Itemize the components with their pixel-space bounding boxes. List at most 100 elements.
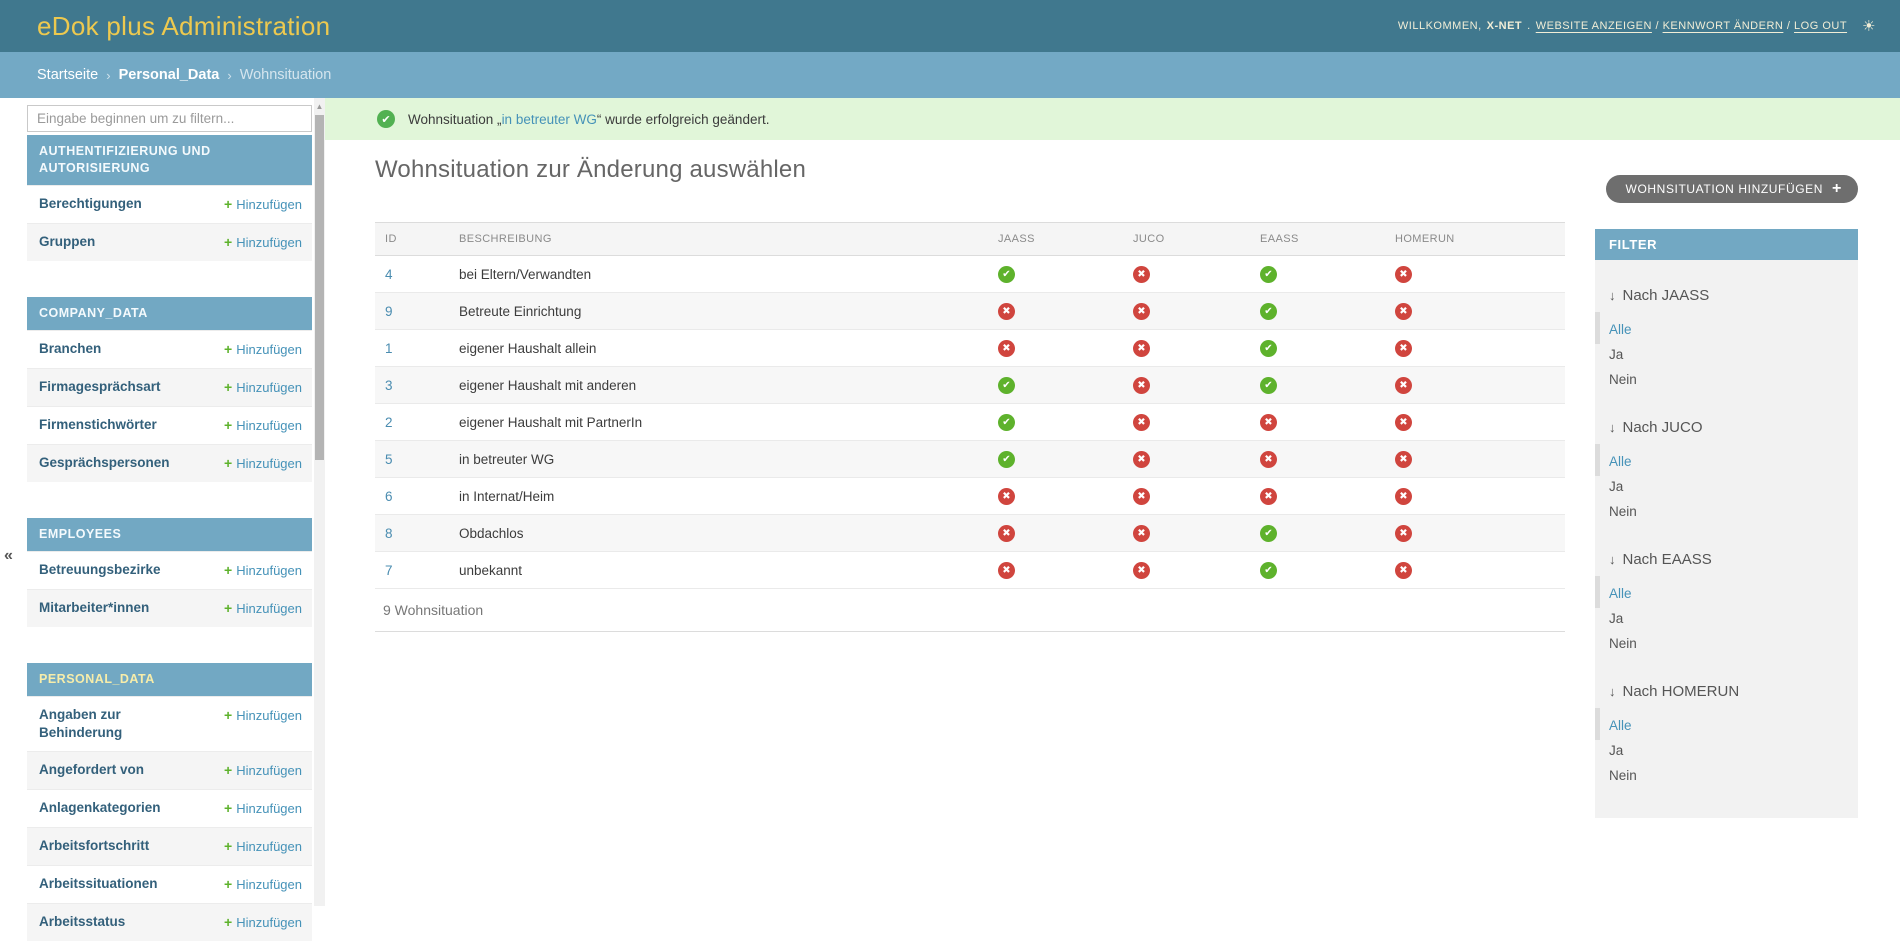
plus-icon: +: [224, 417, 232, 433]
sidebar-item-label[interactable]: Berechtigungen: [39, 195, 142, 213]
flag-cell-eaass: ✔: [1250, 515, 1385, 552]
filter-option-alle[interactable]: Alle: [1609, 581, 1844, 606]
sidebar-add-link[interactable]: +Hinzufügen: [224, 875, 302, 894]
sidebar-item[interactable]: Betreuungsbezirke +Hinzufügen: [27, 551, 312, 589]
filter-option-link[interactable]: Ja: [1609, 479, 1623, 494]
filter-option-alle[interactable]: Alle: [1609, 449, 1844, 474]
sidebar-item[interactable]: Firmenstichwörter +Hinzufügen: [27, 406, 312, 444]
row-id-link[interactable]: 9: [385, 304, 393, 319]
filter-group: ↓Nach JUCOAlleJaNein: [1595, 419, 1858, 524]
sidebar-add-link[interactable]: +Hinzufügen: [224, 233, 302, 252]
scrollbar-up-arrow-icon[interactable]: ▲: [314, 98, 325, 111]
sidebar-item-label[interactable]: Betreuungsbezirke: [39, 561, 161, 579]
sidebar-item-label[interactable]: Anlagenkategorien: [39, 799, 161, 817]
success-message-link[interactable]: in betreuter WG: [502, 112, 597, 127]
sidebar-item[interactable]: Arbeitssituationen +Hinzufügen: [27, 865, 312, 903]
filter-option-link[interactable]: Nein: [1609, 504, 1637, 519]
sidebar-collapse-icon[interactable]: «: [4, 548, 13, 564]
user-link-kennwort-ndern[interactable]: KENNWORT ÄNDERN: [1663, 20, 1784, 32]
sidebar-add-link[interactable]: +Hinzufügen: [224, 416, 302, 435]
sidebar-item[interactable]: Gruppen +Hinzufügen: [27, 223, 312, 261]
sidebar-item-label[interactable]: Arbeitssituationen: [39, 875, 158, 893]
filter-option-link[interactable]: Nein: [1609, 636, 1637, 651]
filter-option-link[interactable]: Nein: [1609, 372, 1637, 387]
sidebar-add-link[interactable]: +Hinzufügen: [224, 599, 302, 618]
sidebar: AUTHENTIFIZIERUNG UND AUTORISIERUNGBerec…: [27, 105, 312, 941]
sidebar-item[interactable]: Arbeitsfortschritt +Hinzufügen: [27, 827, 312, 865]
sidebar-add-link[interactable]: +Hinzufügen: [224, 378, 302, 397]
sidebar-add-link[interactable]: +Hinzufügen: [224, 799, 302, 818]
sidebar-add-link[interactable]: +Hinzufügen: [224, 761, 302, 780]
row-id-link[interactable]: 3: [385, 378, 393, 393]
sidebar-scrollbar[interactable]: ▲: [314, 98, 325, 906]
sidebar-add-link[interactable]: +Hinzufügen: [224, 195, 302, 214]
sidebar-item-label[interactable]: Firmagesprächsart: [39, 378, 161, 396]
sidebar-add-link[interactable]: +Hinzufügen: [224, 454, 302, 473]
row-id-link[interactable]: 7: [385, 563, 393, 578]
filter-option-alle[interactable]: Alle: [1609, 317, 1844, 342]
filter-option-ja[interactable]: Ja: [1609, 606, 1844, 631]
sidebar-add-link[interactable]: +Hinzufügen: [224, 706, 302, 725]
filter-option-link[interactable]: Alle: [1609, 718, 1632, 733]
row-id-link[interactable]: 2: [385, 415, 393, 430]
sidebar-add-link[interactable]: +Hinzufügen: [224, 561, 302, 580]
scrollbar-thumb[interactable]: [315, 115, 324, 460]
add-wohnsituation-button[interactable]: WOHNSITUATION HINZUFÜGEN +: [1606, 175, 1858, 203]
sidebar-item[interactable]: Angaben zur Behinderung +Hinzufügen: [27, 696, 312, 751]
sidebar-item[interactable]: Firmagesprächsart +Hinzufügen: [27, 368, 312, 406]
sidebar-filter-input[interactable]: [27, 105, 312, 132]
filter-option-link[interactable]: Nein: [1609, 768, 1637, 783]
sidebar-item-label[interactable]: Gesprächspersonen: [39, 454, 170, 472]
filter-option-nein[interactable]: Nein: [1609, 763, 1844, 788]
check-icon: ✔: [1260, 266, 1277, 283]
filter-option-nein[interactable]: Nein: [1609, 499, 1844, 524]
sidebar-item-label[interactable]: Mitarbeiter*innen: [39, 599, 149, 617]
breadcrumb-section[interactable]: Personal_Data: [119, 67, 220, 83]
sidebar-add-link[interactable]: +Hinzufügen: [224, 913, 302, 932]
sidebar-item-label[interactable]: Angaben zur Behinderung: [39, 706, 189, 742]
filter-option-alle[interactable]: Alle: [1609, 713, 1844, 738]
row-id-link[interactable]: 4: [385, 267, 393, 282]
filter-option-ja[interactable]: Ja: [1609, 342, 1844, 367]
filter-option-ja[interactable]: Ja: [1609, 738, 1844, 763]
row-id-link[interactable]: 5: [385, 452, 393, 467]
sidebar-item[interactable]: Berechtigungen +Hinzufügen: [27, 185, 312, 223]
sidebar-item[interactable]: Mitarbeiter*innen +Hinzufügen: [27, 589, 312, 627]
sidebar-item[interactable]: Gesprächspersonen +Hinzufügen: [27, 444, 312, 482]
sidebar-item-label[interactable]: Arbeitsstatus: [39, 913, 125, 931]
sidebar-item[interactable]: Angefordert von +Hinzufügen: [27, 751, 312, 789]
sidebar-item-label[interactable]: Firmenstichwörter: [39, 416, 157, 434]
user-link-log-out[interactable]: LOG OUT: [1794, 20, 1847, 32]
cross-icon: ✖: [1395, 266, 1412, 283]
sidebar-item-label[interactable]: Gruppen: [39, 233, 95, 251]
sidebar-item-label[interactable]: Branchen: [39, 340, 101, 358]
theme-toggle-icon[interactable]: ☀: [1862, 17, 1876, 35]
cross-icon: ✖: [1260, 488, 1277, 505]
sidebar-item[interactable]: Arbeitsstatus +Hinzufügen: [27, 903, 312, 941]
row-id-link[interactable]: 1: [385, 341, 393, 356]
filter-option-nein[interactable]: Nein: [1609, 367, 1844, 392]
filter-options: Alle Ja Nein: [1609, 317, 1844, 392]
filter-option-link[interactable]: Alle: [1609, 322, 1632, 337]
sidebar-item[interactable]: Anlagenkategorien +Hinzufügen: [27, 789, 312, 827]
sidebar-add-link[interactable]: +Hinzufügen: [224, 837, 302, 856]
id-cell: 7: [375, 552, 449, 589]
filter-option-ja[interactable]: Ja: [1609, 474, 1844, 499]
filter-option-link[interactable]: Ja: [1609, 347, 1623, 362]
filter-option-link[interactable]: Alle: [1609, 454, 1632, 469]
check-icon: ✔: [1260, 340, 1277, 357]
row-id-link[interactable]: 8: [385, 526, 393, 541]
row-id-link[interactable]: 6: [385, 489, 393, 504]
sidebar-item-label[interactable]: Arbeitsfortschritt: [39, 837, 149, 855]
sidebar-add-link[interactable]: +Hinzufügen: [224, 340, 302, 359]
sidebar-item-label[interactable]: Angefordert von: [39, 761, 144, 779]
sidebar-item[interactable]: Branchen +Hinzufügen: [27, 330, 312, 368]
filter-option-link[interactable]: Alle: [1609, 586, 1632, 601]
user-link-website-anzeigen[interactable]: WEBSITE ANZEIGEN: [1536, 20, 1652, 32]
filter-option-link[interactable]: Ja: [1609, 611, 1623, 626]
filter-option-link[interactable]: Ja: [1609, 743, 1623, 758]
filter-option-nein[interactable]: Nein: [1609, 631, 1844, 656]
plus-icon: +: [224, 341, 232, 357]
breadcrumb-home[interactable]: Startseite: [37, 67, 98, 83]
flag-cell-homerun: ✖: [1385, 552, 1565, 589]
